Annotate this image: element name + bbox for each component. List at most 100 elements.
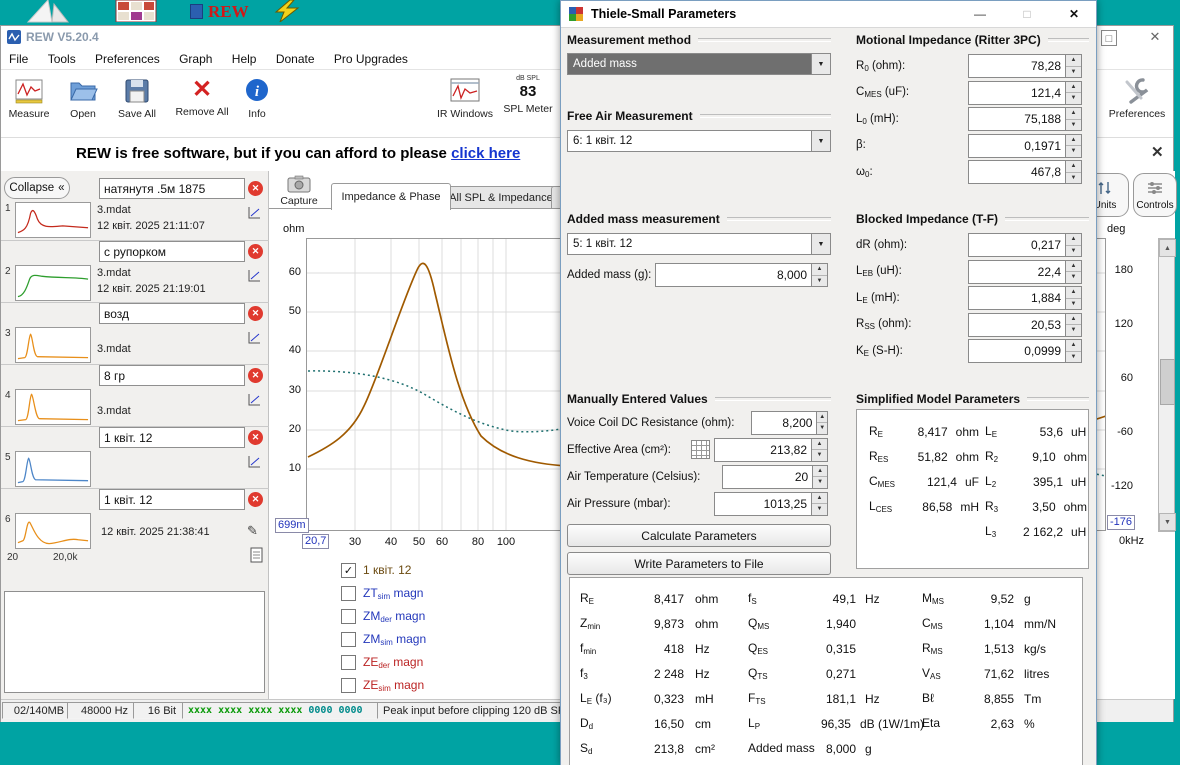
measurement-thumbnail[interactable] [15,513,91,549]
field-spinner[interactable]: ▲ ▼ [1066,107,1082,132]
manual-field-input[interactable]: 213,82 [714,437,812,462]
measurement-name-input[interactable]: натянутя .5м 1875 [99,178,245,199]
thumbnail-graph-icon[interactable] [247,268,262,283]
write-parameters-button[interactable]: Write Parameters to File [567,552,831,575]
field-spinner[interactable]: ▲ ▼ [813,464,828,489]
menu-item[interactable]: Pro Upgrades [334,48,408,70]
capture-button[interactable]: Capture [277,175,321,207]
desktop-lightning-icon[interactable] [272,0,302,22]
banner-donate-link[interactable]: click here [451,145,520,162]
added-mass-spinner[interactable]: ▲ ▼ [812,263,828,287]
measurement-name-input[interactable]: возд [99,303,245,324]
menu-item[interactable]: Help [232,48,257,70]
controls-button[interactable]: Controls [1133,173,1177,217]
notes-box[interactable] [4,591,265,693]
info-button[interactable]: i Info [239,76,275,120]
ir-windows-button[interactable]: IR Windows [435,76,495,120]
field-spinner[interactable]: ▲ ▼ [1066,160,1082,185]
legend-item[interactable]: ✓ ZTsim magn [341,582,551,605]
field-spinner[interactable]: ▲ ▼ [812,437,828,462]
dialog-minimize-button[interactable]: — [962,1,998,27]
desktop-sail-icon[interactable] [18,0,74,23]
desktop-rew-icon[interactable]: REW [190,2,250,24]
menu-item[interactable]: Donate [276,48,315,70]
scroll-up-button[interactable]: ▲ [1159,239,1176,257]
manual-field-input[interactable]: 8,200 [751,410,818,435]
manual-field-input[interactable]: 1013,25 [714,491,812,516]
free-air-combo[interactable]: 6: 1 квіт. 12 ▼ [567,130,831,152]
desktop-mosaic-icon[interactable] [112,0,160,22]
field-spinner[interactable]: ▲ ▼ [1066,339,1082,364]
delete-measurement-button[interactable]: ✕ [248,181,263,196]
legend-checkbox[interactable]: ✓ [341,609,356,624]
open-button[interactable]: Open [59,76,107,120]
thumbnail-graph-icon[interactable] [247,454,262,469]
legend-checkbox[interactable]: ✓ [341,632,356,647]
scrollbar-thumb[interactable] [1160,359,1175,405]
field-spinner[interactable]: ▲ ▼ [1066,312,1082,337]
measurement-thumbnail[interactable] [15,327,91,363]
pencil-icon[interactable]: ✎ [247,523,258,539]
measurement-name-input[interactable]: 1 квіт. 12 [99,427,245,448]
measurement-thumbnail[interactable] [15,451,91,487]
delete-measurement-button[interactable]: ✕ [248,306,263,321]
legend-item[interactable]: ✓ 1 квіт. 12 [341,559,551,582]
measurement-name-input[interactable]: с рупорком [99,241,245,262]
delete-measurement-button[interactable]: ✕ [248,492,263,507]
parameter-input[interactable]: 0,0999 [968,339,1066,364]
menu-item[interactable]: Preferences [95,48,160,70]
combo-arrow-icon[interactable]: ▼ [811,54,830,74]
graph-scrollbar[interactable]: ▲ ▼ [1158,238,1176,532]
calculate-parameters-button[interactable]: Calculate Parameters [567,524,831,547]
legend-item[interactable]: ✓ ZEder magn [341,651,551,674]
measurement-name-input[interactable]: 1 квіт. 12 [99,489,245,510]
legend-item[interactable]: ✓ ZMder magn [341,605,551,628]
tab-impedance-phase[interactable]: Impedance & Phase [331,183,451,210]
legend-checkbox[interactable]: ✓ [341,586,356,601]
parameter-input[interactable]: 467,8 [968,160,1066,185]
measurement-thumbnail[interactable] [15,202,91,238]
parameter-input[interactable]: 0,217 [968,233,1066,258]
measurement-name-input[interactable]: 8 гр [99,365,245,386]
dialog-titlebar[interactable]: Thiele-Small Parameters — □ ✕ [561,1,1096,28]
thumbnail-graph-icon[interactable] [247,330,262,345]
field-spinner[interactable]: ▲ ▼ [1066,133,1082,158]
window-maximize-button[interactable]: □ [1101,30,1117,46]
field-spinner[interactable]: ▲ ▼ [1066,286,1082,311]
menu-item[interactable]: File [9,48,28,70]
parameter-input[interactable]: 22,4 [968,259,1066,284]
legend-checkbox[interactable]: ✓ [341,655,356,670]
manual-field-input[interactable]: 20 [722,464,814,489]
menu-item[interactable]: Graph [179,48,212,70]
collapse-button[interactable]: Collapse « [4,177,70,199]
delete-measurement-button[interactable]: ✕ [248,244,263,259]
document-icon[interactable] [250,547,263,563]
parameter-input[interactable]: 1,884 [968,286,1066,311]
legend-checkbox[interactable]: ✓ [341,678,356,693]
legend-item[interactable]: ✓ ZEsim magn [341,674,551,697]
remove-all-button[interactable]: ✕ Remove All [169,76,235,118]
field-spinner[interactable]: ▲ ▼ [1066,233,1082,258]
delete-measurement-button[interactable]: ✕ [248,430,263,445]
parameter-input[interactable]: 20,53 [968,312,1066,337]
field-spinner[interactable]: ▲ ▼ [1066,54,1082,79]
measurement-thumbnail[interactable] [15,389,91,425]
combo-arrow-icon[interactable]: ▼ [811,131,830,151]
combo-arrow-icon[interactable]: ▼ [811,234,830,254]
effective-area-grid-icon[interactable] [691,440,710,459]
thumbnail-graph-icon[interactable] [247,205,262,220]
legend-item[interactable]: ✓ ZMsim magn [341,628,551,651]
delete-measurement-button[interactable]: ✕ [248,368,263,383]
spl-meter-button[interactable]: dB SPL 83 SPL Meter [501,74,555,115]
added-mass-combo[interactable]: 5: 1 квіт. 12 ▼ [567,233,831,255]
window-close-button[interactable]: ✕ [1147,29,1163,45]
save-all-button[interactable]: Save All [111,76,163,120]
parameter-input[interactable]: 75,188 [968,107,1066,132]
measure-button[interactable]: Measure [3,76,55,120]
field-spinner[interactable]: ▲ ▼ [1066,259,1082,284]
legend-checkbox[interactable]: ✓ [341,563,356,578]
dialog-close-button[interactable]: ✕ [1056,1,1092,27]
parameter-input[interactable]: 78,28 [968,54,1066,79]
parameter-input[interactable]: 121,4 [968,80,1066,105]
dialog-maximize-button[interactable]: □ [1009,1,1045,27]
